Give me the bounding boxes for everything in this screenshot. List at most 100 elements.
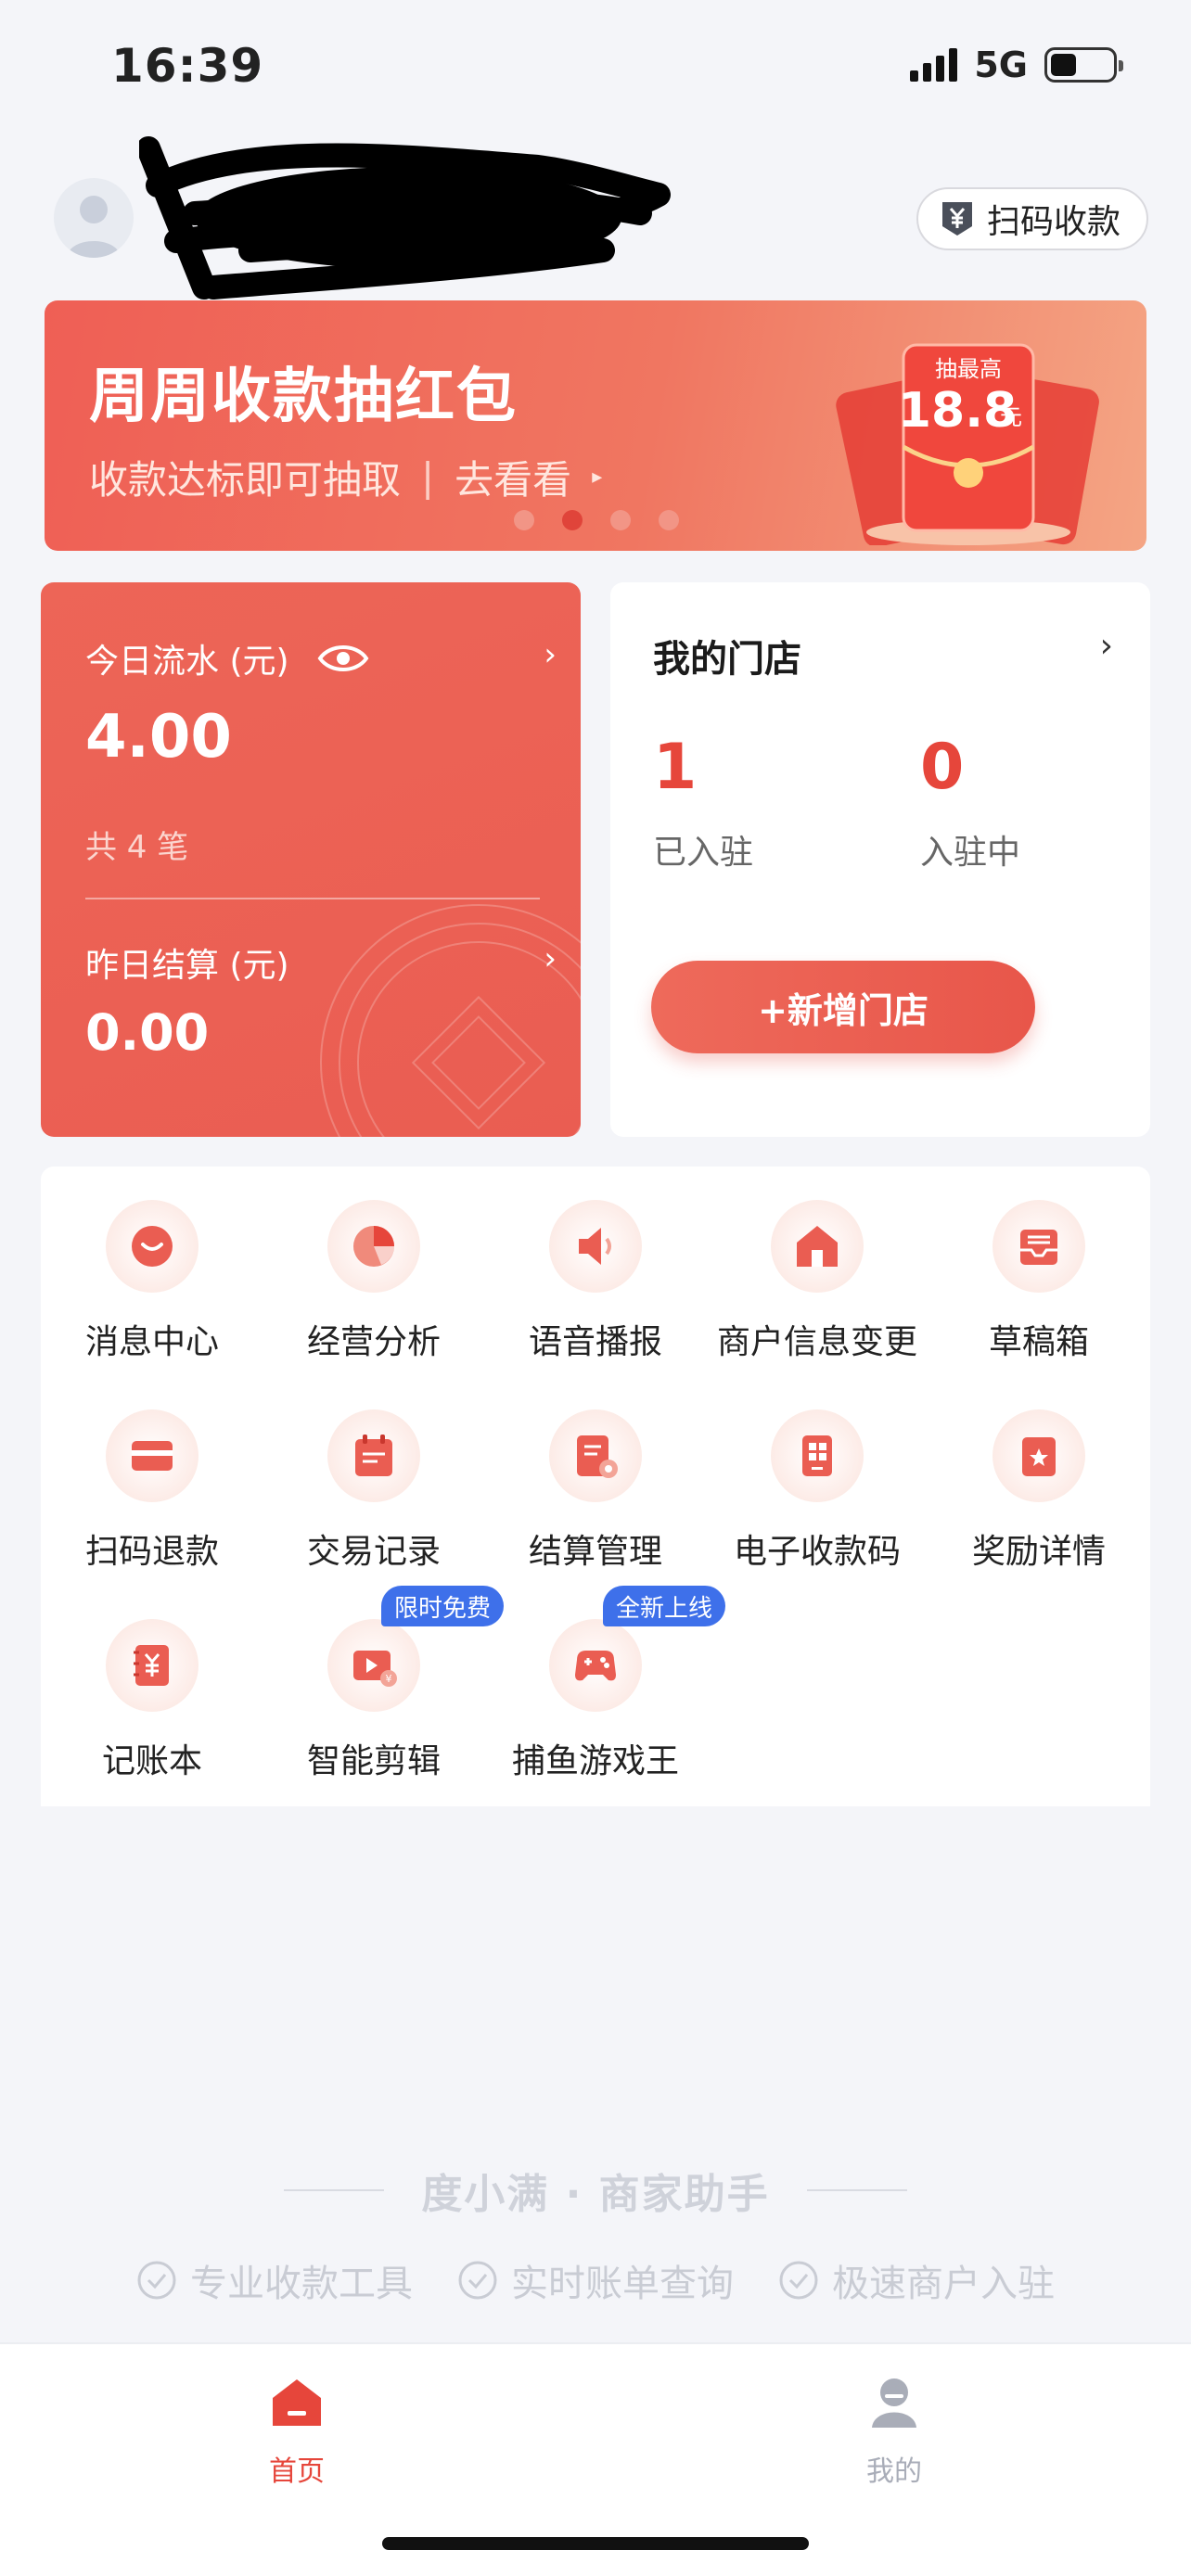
signal-icon [910, 48, 958, 82]
feature-label: 语音播报 [528, 1323, 662, 1361]
redpack-tag: 抽最高 [935, 356, 1002, 382]
feature-label: 草稿箱 [988, 1323, 1089, 1361]
feature-item[interactable]: 扫码退款 [41, 1376, 263, 1580]
document-icon [577, 1435, 618, 1478]
check-circle-icon [779, 2261, 818, 2300]
tab-mine-label: 我的 [866, 2455, 922, 2488]
yesterday-settlement-label: 昨日结算 (元) [85, 947, 289, 985]
feature-icon-wrap [106, 1409, 198, 1502]
banner-title: 周周收款抽红包 [89, 363, 518, 431]
feature-icon-wrap [549, 1409, 642, 1502]
settled-count: 1 [653, 731, 698, 804]
feature-label: 奖励详情 [971, 1533, 1106, 1571]
feature-label: 智能剪辑 [306, 1742, 441, 1780]
feature-icon-wrap [549, 1619, 642, 1712]
brand-feature: 极速商户入驻 [778, 2253, 1055, 2307]
redpack-amount: 18.8 [898, 383, 1017, 439]
message-icon [132, 1226, 173, 1267]
feature-item[interactable]: 结算管理 [484, 1376, 707, 1580]
home-indicator[interactable] [382, 2537, 809, 2550]
feature-label: 消息中心 [84, 1323, 219, 1361]
status-time: 16:39 [111, 39, 264, 93]
tab-home[interactable]: 首页 [204, 2372, 390, 2489]
feature-item[interactable]: ¥ 智能剪辑 限时免费 [263, 1586, 505, 1790]
feature-item[interactable]: 草稿箱 [928, 1167, 1150, 1371]
pending-count: 0 [920, 731, 965, 804]
brand-name: 度小满 · 商家助手 [421, 2171, 770, 2218]
user-icon [872, 2378, 916, 2428]
brand-feature-label: 专业收款工具 [190, 2263, 413, 2305]
header: 扫码收款 [0, 136, 1191, 300]
banner-subtitle: 收款达标即可抽取 | 去看看 ▸ [89, 449, 602, 505]
pager-dot[interactable] [659, 510, 679, 530]
tab-mine[interactable]: 我的 [801, 2372, 987, 2489]
chevron-right-icon[interactable]: › [1100, 627, 1113, 665]
feature-item[interactable]: 交易记录 [263, 1376, 485, 1580]
feature-item[interactable]: 经营分析 [263, 1167, 485, 1371]
feature-item[interactable]: 商户信息变更 [706, 1167, 928, 1371]
home-icon [273, 2379, 321, 2426]
feature-icon-wrap [992, 1409, 1085, 1502]
status-indicators: 5G [910, 45, 1123, 85]
promo-banner[interactable]: 周周收款抽红包 收款达标即可抽取 | 去看看 ▸ 抽最高 18.8 元 [45, 300, 1146, 551]
ledger-icon [134, 1645, 169, 1686]
divider [284, 2189, 385, 2191]
feature-item[interactable]: 语音播报 [484, 1167, 707, 1371]
feature-label: 交易记录 [306, 1533, 441, 1571]
banner-link[interactable]: 去看看 [455, 449, 571, 505]
decorative-rings [320, 904, 581, 1137]
redacted-merchant-name [139, 136, 671, 300]
tab-home-label: 首页 [269, 2455, 325, 2488]
card-icon [132, 1441, 173, 1471]
store-title: 我的门店 [653, 638, 801, 681]
svg-text:¥: ¥ [386, 1673, 392, 1685]
pie-chart-icon [353, 1226, 394, 1267]
qrcode-icon [802, 1435, 832, 1476]
feature-item[interactable]: 捕鱼游戏王 全新上线 [484, 1586, 726, 1790]
battery-icon [1044, 47, 1123, 83]
pending-label: 入驻中 [920, 834, 1021, 872]
scan-pay-button[interactable]: 扫码收款 [916, 187, 1148, 250]
shop-icon [797, 1226, 838, 1267]
banner-subtitle-text: 收款达标即可抽取 [89, 457, 402, 503]
feature-icon-wrap [327, 1200, 420, 1293]
add-store-button[interactable]: +新增门店 [651, 961, 1035, 1053]
feature-item[interactable]: 奖励详情 [928, 1376, 1150, 1580]
speaker-icon [579, 1228, 611, 1265]
brand-feature-label: 实时账单查询 [511, 2263, 734, 2305]
today-revenue-amount: 4.00 [85, 703, 232, 772]
feature-label: 扫码退款 [84, 1533, 219, 1571]
feature-item[interactable]: 消息中心 [41, 1167, 263, 1371]
feature-item[interactable]: 记账本 [41, 1586, 263, 1790]
feature-label: 商户信息变更 [716, 1323, 917, 1361]
pager-dot[interactable] [610, 510, 631, 530]
user-avatar-icon [67, 196, 121, 258]
divider [806, 2189, 907, 2191]
feature-item[interactable]: 电子收款码 [706, 1376, 928, 1580]
brand-features: 专业收款工具 实时账单查询 极速商户入驻 [0, 2253, 1191, 2307]
pager-dot[interactable] [514, 510, 534, 530]
today-revenue-label: 今日流水 (元) [85, 643, 289, 681]
scan-pay-label: 扫码收款 [986, 203, 1121, 241]
pager-dot[interactable] [562, 510, 583, 530]
revenue-card[interactable]: 今日流水 (元) › 4.00 共 4 笔 昨日结算 (元) › 0.00 [41, 582, 581, 1137]
gamepad-icon [575, 1651, 616, 1681]
brand-feature: 专业收款工具 [136, 2253, 413, 2307]
feature-label: 结算管理 [528, 1533, 662, 1571]
chevron-right-icon[interactable]: › [544, 636, 557, 673]
eye-icon[interactable] [317, 642, 369, 675]
red-envelope-icon: 抽最高 18.8 元 [836, 343, 1099, 545]
feature-icon-wrap [771, 1409, 864, 1502]
banner-pager[interactable] [514, 510, 679, 530]
feature-icon-wrap [771, 1200, 864, 1293]
feature-label: 捕鱼游戏王 [511, 1742, 679, 1780]
check-circle-icon [458, 2261, 497, 2300]
reward-icon [1022, 1437, 1056, 1476]
brand-feature-label: 极速商户入驻 [832, 2263, 1055, 2305]
home-screen: 16:39 5G 扫码收款 周周收款抽红包 收款达标即可抽取 | 去看看 ▸ 抽… [0, 0, 1191, 2576]
avatar[interactable] [54, 178, 134, 258]
check-circle-icon [137, 2261, 176, 2300]
feature-icon-wrap [106, 1200, 198, 1293]
my-store-card[interactable]: 我的门店 › 1 已入驻 0 入驻中 +新增门店 [610, 582, 1150, 1137]
video-edit-icon: ¥ [353, 1651, 397, 1687]
